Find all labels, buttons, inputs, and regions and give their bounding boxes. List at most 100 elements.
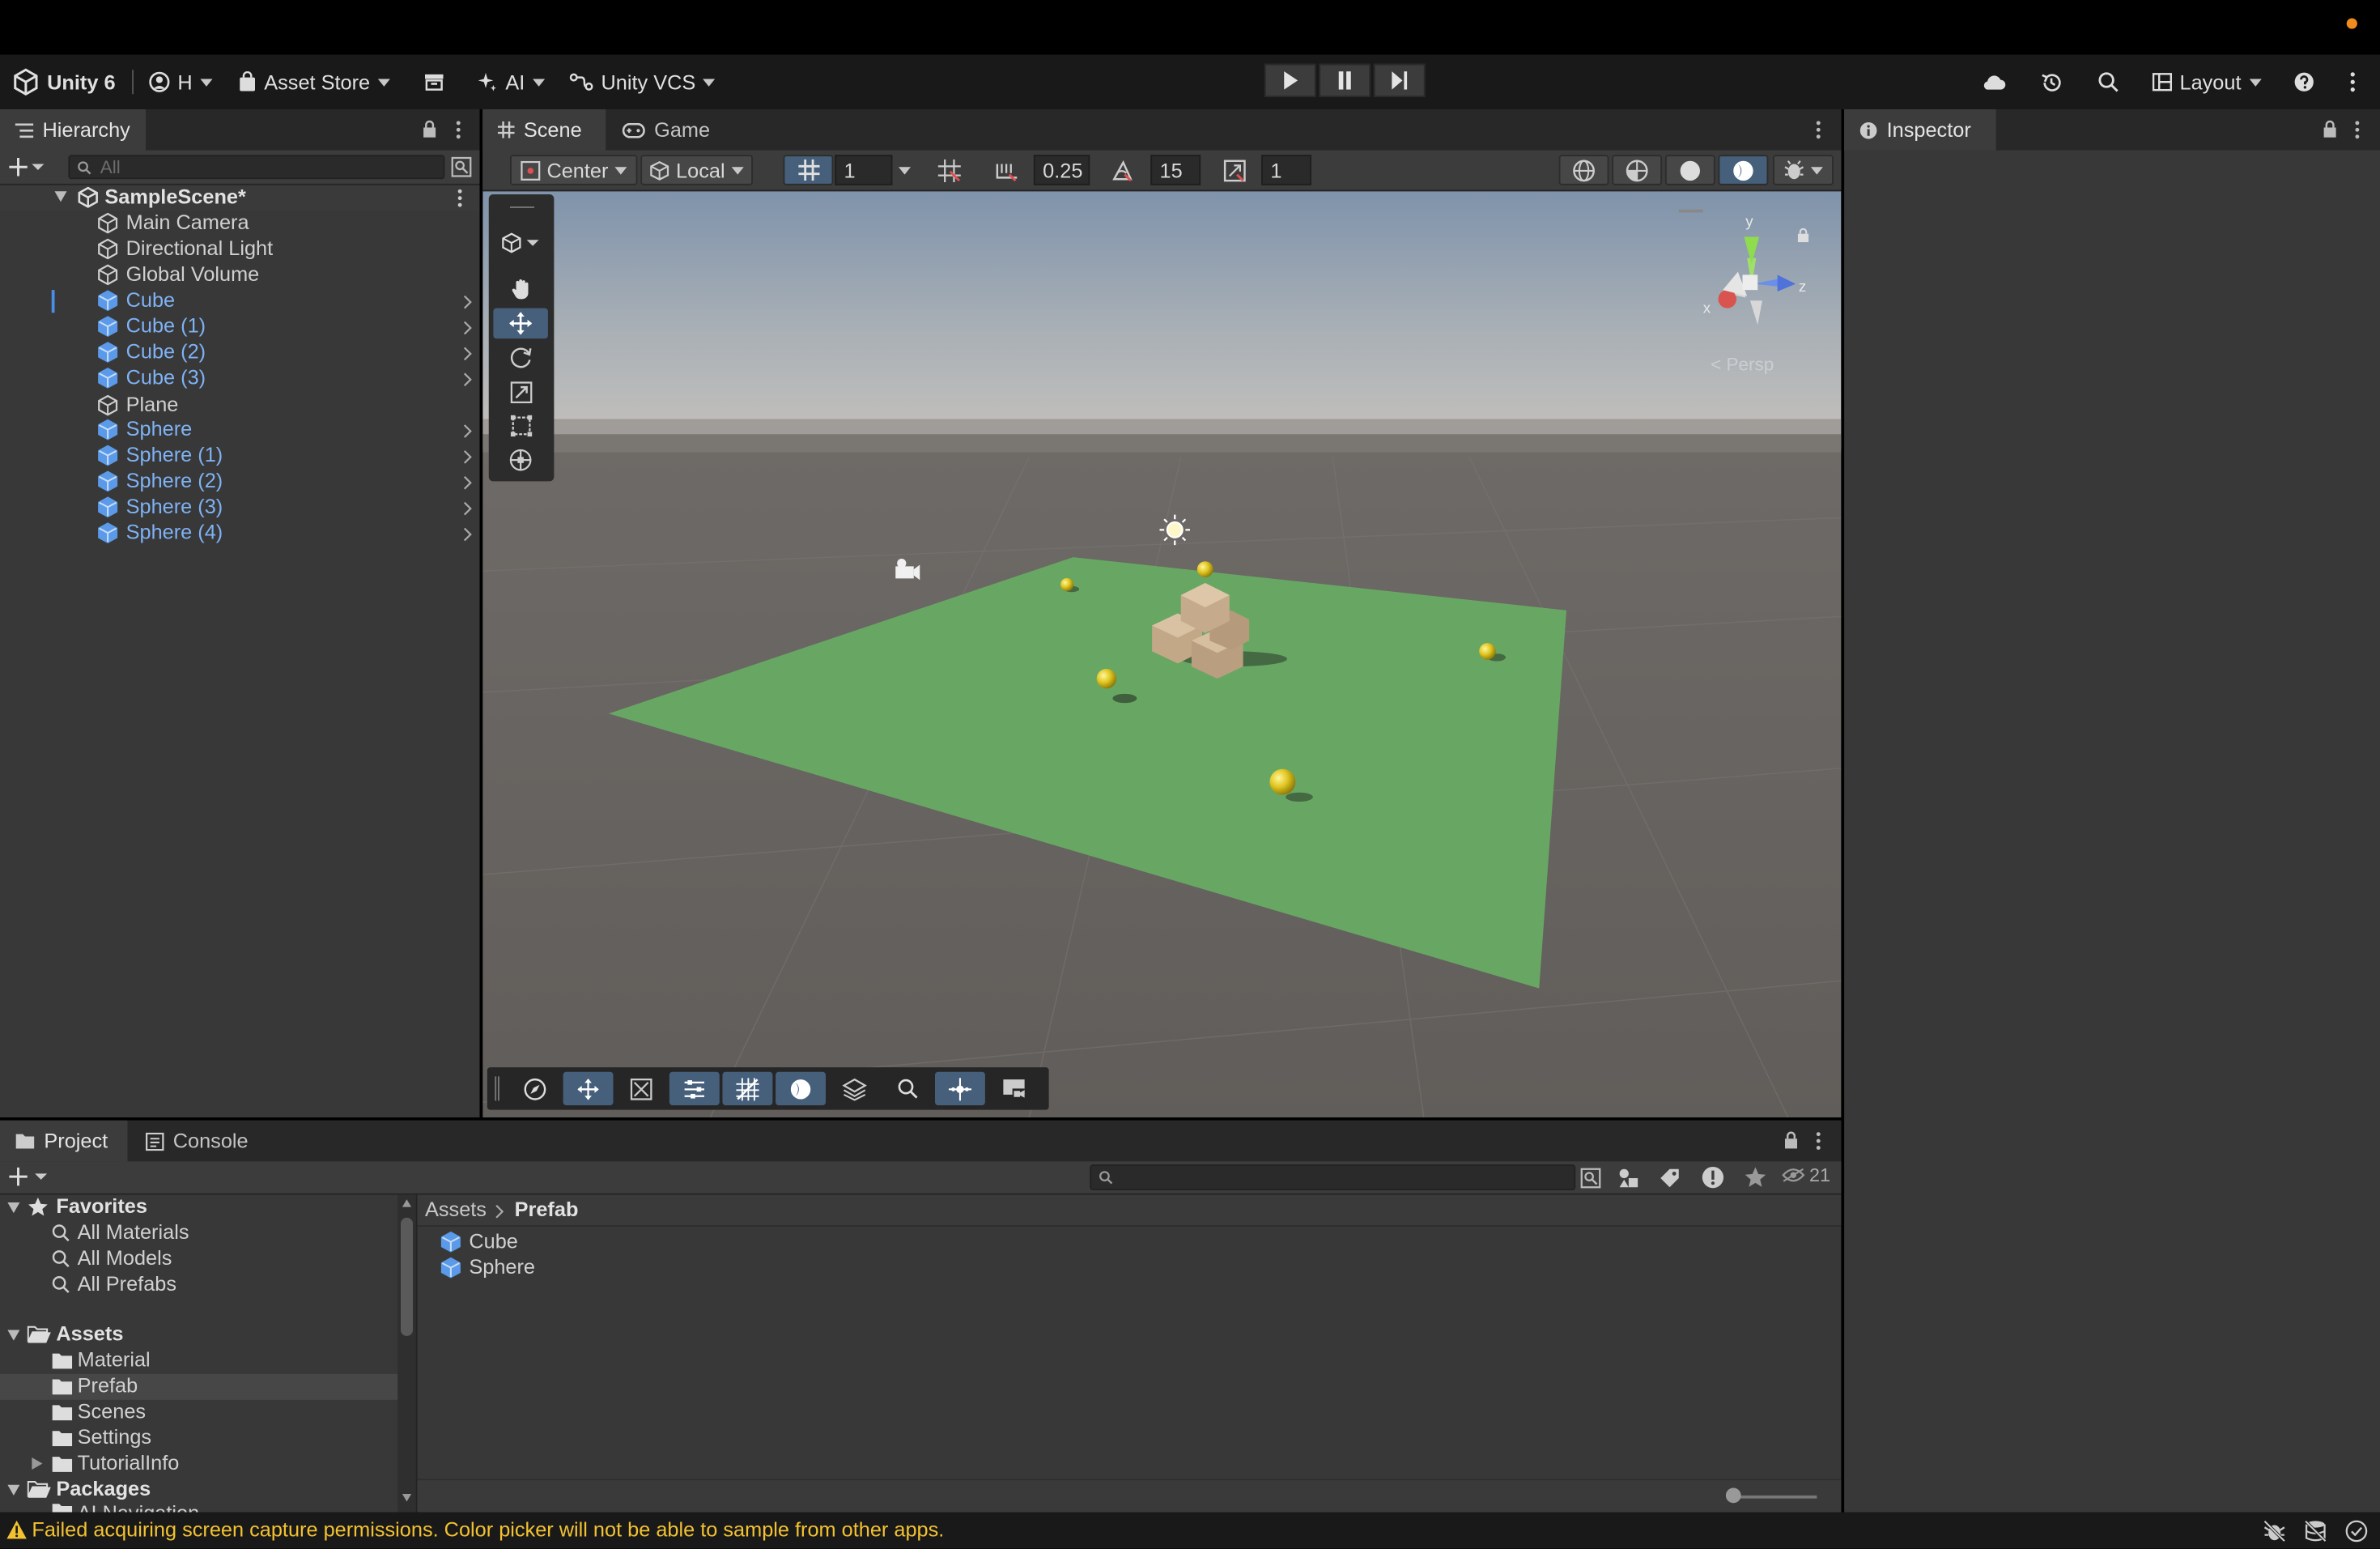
pause-button[interactable] — [1319, 63, 1371, 97]
star-icon[interactable] — [1744, 1166, 1766, 1189]
move-snap-toggle[interactable] — [984, 155, 1030, 185]
hand-tool-button[interactable] — [493, 274, 548, 304]
layers-overlay-button[interactable] — [829, 1072, 879, 1105]
breadcrumb-prefab[interactable]: Prefab — [515, 1198, 579, 1220]
project-search-input[interactable] — [1090, 1164, 1576, 1190]
project-file-item[interactable]: Cube — [440, 1228, 896, 1254]
lighting-overlay-button[interactable] — [776, 1071, 826, 1105]
hierarchy-scene-row[interactable]: SampleScene* — [0, 185, 480, 211]
search-filter-icon[interactable] — [1580, 1168, 1601, 1189]
scrollbar-thumb[interactable] — [401, 1217, 413, 1336]
hierarchy-item[interactable]: Plane — [0, 394, 480, 419]
favorites-item[interactable]: All Prefabs — [0, 1272, 397, 1298]
chevron-right-icon[interactable] — [463, 501, 472, 517]
cache-server-icon[interactable] — [2304, 1520, 2327, 1543]
move-tool-button[interactable] — [493, 308, 548, 339]
packages-first-child[interactable]: AI Navigation — [0, 1501, 397, 1513]
pivot-mode-dropdown[interactable]: Center — [510, 155, 638, 185]
chevron-right-icon[interactable] — [463, 527, 472, 543]
rotate-tool-button[interactable] — [493, 342, 548, 372]
hierarchy-item[interactable]: Main Camera — [0, 211, 480, 237]
assets-folder-item[interactable]: Material — [0, 1348, 397, 1374]
more-vertical-icon[interactable] — [1816, 120, 1822, 139]
move-snap-input[interactable]: 0.25 — [1033, 155, 1090, 185]
draw-mode-toggle[interactable] — [1558, 155, 1609, 185]
expand-arrow-icon[interactable] — [7, 1202, 20, 1214]
chevron-right-icon[interactable] — [463, 423, 472, 439]
favorites-item[interactable]: All Materials — [0, 1221, 397, 1247]
lock-icon[interactable] — [1783, 1131, 1799, 1150]
favorites-header[interactable]: Favorites — [0, 1195, 397, 1221]
tab-console[interactable]: Console — [130, 1121, 261, 1162]
hierarchy-item[interactable]: Global Volume — [0, 262, 480, 288]
scale-overlay-button[interactable] — [616, 1072, 666, 1105]
grid-size-input[interactable]: 1 — [835, 155, 893, 185]
tab-hierarchy[interactable]: Hierarchy — [0, 109, 146, 151]
assets-header[interactable]: Assets — [0, 1322, 397, 1348]
play-button[interactable] — [1264, 63, 1316, 97]
hierarchy-item[interactable]: Sphere — [0, 418, 480, 444]
rotate-snap-input[interactable]: 15 — [1150, 155, 1201, 185]
package-manager-button[interactable] — [423, 66, 444, 99]
hierarchy-item[interactable]: Sphere (1) — [0, 444, 480, 470]
favorites-item[interactable]: All Models — [0, 1246, 397, 1272]
version-control-dropdown[interactable]: Unity VCS — [569, 66, 716, 99]
view-options-dropdown[interactable] — [501, 232, 541, 253]
align-overlay-button[interactable] — [669, 1071, 720, 1105]
hierarchy-search-input[interactable]: All — [68, 155, 445, 180]
hierarchy-item[interactable]: Sphere (3) — [0, 495, 480, 521]
help-button[interactable] — [2293, 66, 2314, 99]
asset-store-dropdown[interactable]: Asset Store — [238, 66, 390, 99]
assets-folder-item[interactable]: TutorialInfo — [0, 1452, 397, 1478]
camera-overlay-button[interactable] — [988, 1072, 1039, 1105]
account-dropdown[interactable]: H — [149, 66, 213, 99]
more-menu-button[interactable] — [2350, 66, 2357, 99]
gizmos-dropdown[interactable] — [1773, 155, 1834, 185]
hierarchy-item[interactable]: Sphere (2) — [0, 469, 480, 495]
folder-tree-scrollbar[interactable] — [397, 1194, 416, 1513]
transform-tool-button[interactable] — [493, 445, 548, 475]
scale-snap-toggle[interactable] — [1211, 155, 1257, 185]
expand-arrow-icon[interactable] — [7, 1330, 20, 1341]
unity-menu-button[interactable]: Unity 6 — [12, 66, 116, 99]
search-button[interactable] — [2097, 66, 2119, 99]
add-icon[interactable] — [9, 156, 45, 177]
layout-dropdown[interactable]: Layout — [2152, 66, 2261, 99]
hierarchy-item[interactable]: Cube (2) — [0, 340, 480, 366]
collapse-arrow-icon[interactable] — [32, 1458, 43, 1470]
scene-viewport[interactable]: y z x < Persp — [482, 191, 1842, 1117]
breadcrumb-assets[interactable]: Assets — [425, 1198, 487, 1220]
bug-icon[interactable] — [2263, 1520, 2286, 1543]
hierarchy-item[interactable]: Directional Light — [0, 237, 480, 263]
search-overlay-button[interactable] — [882, 1072, 932, 1105]
tab-scene[interactable]: Scene — [482, 109, 606, 151]
hidden-packages-toggle[interactable]: 21 — [1782, 1164, 1830, 1185]
projection-label[interactable]: < Persp — [1711, 354, 1774, 375]
scroll-down-icon[interactable] — [402, 1494, 412, 1502]
tab-game[interactable]: Game — [607, 109, 713, 151]
lit-shading-toggle[interactable] — [1718, 155, 1769, 185]
assets-folder-item[interactable]: Scenes — [0, 1400, 397, 1426]
scale-tool-button[interactable] — [493, 377, 548, 407]
hierarchy-item[interactable]: Cube — [0, 288, 480, 314]
cloud-button[interactable] — [1981, 66, 2007, 99]
filter-by-type-icon[interactable] — [1618, 1168, 1639, 1189]
chevron-right-icon[interactable] — [463, 347, 472, 362]
chevron-right-icon[interactable] — [463, 372, 472, 387]
check-circle-icon[interactable] — [2345, 1520, 2368, 1543]
lock-icon[interactable] — [422, 120, 437, 138]
chevron-right-icon[interactable] — [463, 295, 472, 310]
more-vertical-icon[interactable] — [2354, 120, 2361, 139]
space-mode-dropdown[interactable]: Local — [640, 155, 753, 185]
chevron-right-icon[interactable] — [463, 449, 472, 465]
assets-folder-item[interactable]: Prefab — [0, 1373, 398, 1400]
pivot-overlay-button[interactable] — [935, 1071, 985, 1105]
hierarchy-item[interactable]: Sphere (4) — [0, 521, 480, 547]
icon-size-slider-thumb[interactable] — [1725, 1487, 1741, 1504]
grid-visibility-toggle[interactable] — [783, 155, 834, 185]
ai-dropdown[interactable]: AI — [477, 66, 545, 99]
grid-snap-toggle[interactable] — [925, 155, 971, 185]
more-vertical-icon[interactable] — [456, 120, 462, 139]
scale-snap-input[interactable]: 1 — [1261, 155, 1311, 185]
hierarchy-item[interactable]: Cube (3) — [0, 366, 480, 392]
